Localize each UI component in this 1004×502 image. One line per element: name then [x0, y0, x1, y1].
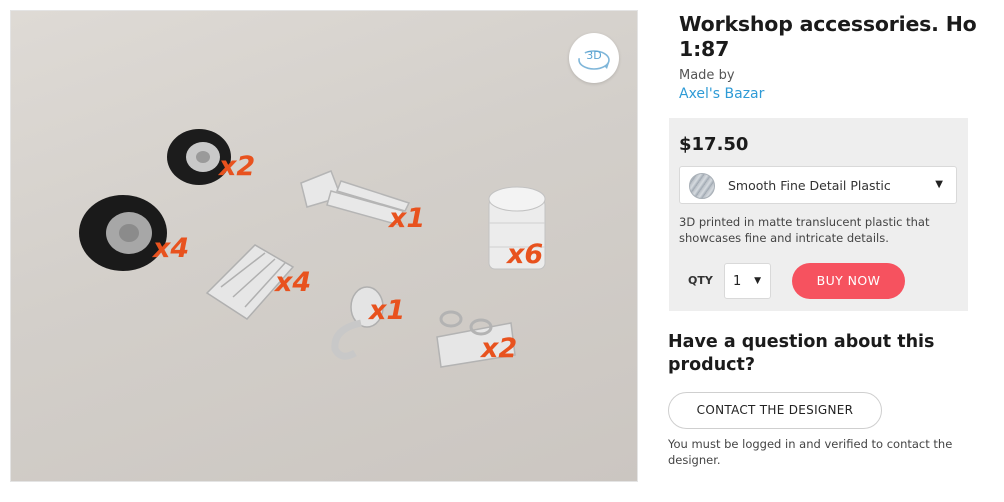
designer-link[interactable]: Axel's Bazar — [679, 86, 764, 102]
quantity-tag: x4 — [153, 233, 190, 264]
quantity-value: 1 — [733, 274, 742, 289]
contact-designer-button[interactable]: CONTACT THE DESIGNER — [668, 392, 882, 429]
qty-label: QTY — [688, 274, 713, 287]
purchase-panel: $17.50 Smooth Fine Detail Plastic ▼ 3D p… — [669, 118, 968, 311]
rotate-3d-icon: 3D — [578, 49, 610, 70]
product-title: Workshop accessories. Ho 1:87 — [679, 12, 977, 61]
caret-down-icon: ▼ — [754, 276, 761, 286]
price: $17.50 — [679, 134, 749, 155]
question-heading: Have a question about this product? — [668, 332, 935, 375]
login-requirement-note: You must be logged in and verified to co… — [668, 437, 953, 467]
made-by-label: Made by — [679, 68, 735, 83]
material-swatch-icon — [689, 173, 715, 199]
buy-now-button[interactable]: BUY NOW — [792, 263, 905, 299]
quantity-dropdown[interactable]: 1 ▼ — [724, 263, 771, 299]
view-3d-button[interactable]: 3D — [569, 33, 619, 83]
material-description: 3D printed in matte translucent plastic … — [679, 215, 930, 245]
quantity-tag: x4 — [275, 267, 312, 298]
quantity-tag: x6 — [507, 239, 544, 270]
quantity-tag: x1 — [389, 203, 426, 234]
product-photo[interactable]: x2 x1 x4 x6 x4 x1 x2 3D — [10, 10, 638, 482]
caret-down-icon: ▼ — [935, 179, 943, 190]
quantity-tag: x2 — [219, 151, 256, 182]
quantity-tag: x2 — [481, 333, 518, 364]
material-dropdown[interactable]: Smooth Fine Detail Plastic ▼ — [679, 166, 957, 204]
material-selected-label: Smooth Fine Detail Plastic — [728, 178, 891, 193]
quantity-tag: x1 — [369, 295, 406, 326]
svg-text:3D: 3D — [586, 49, 601, 62]
product-photo-illustration — [79, 129, 546, 368]
